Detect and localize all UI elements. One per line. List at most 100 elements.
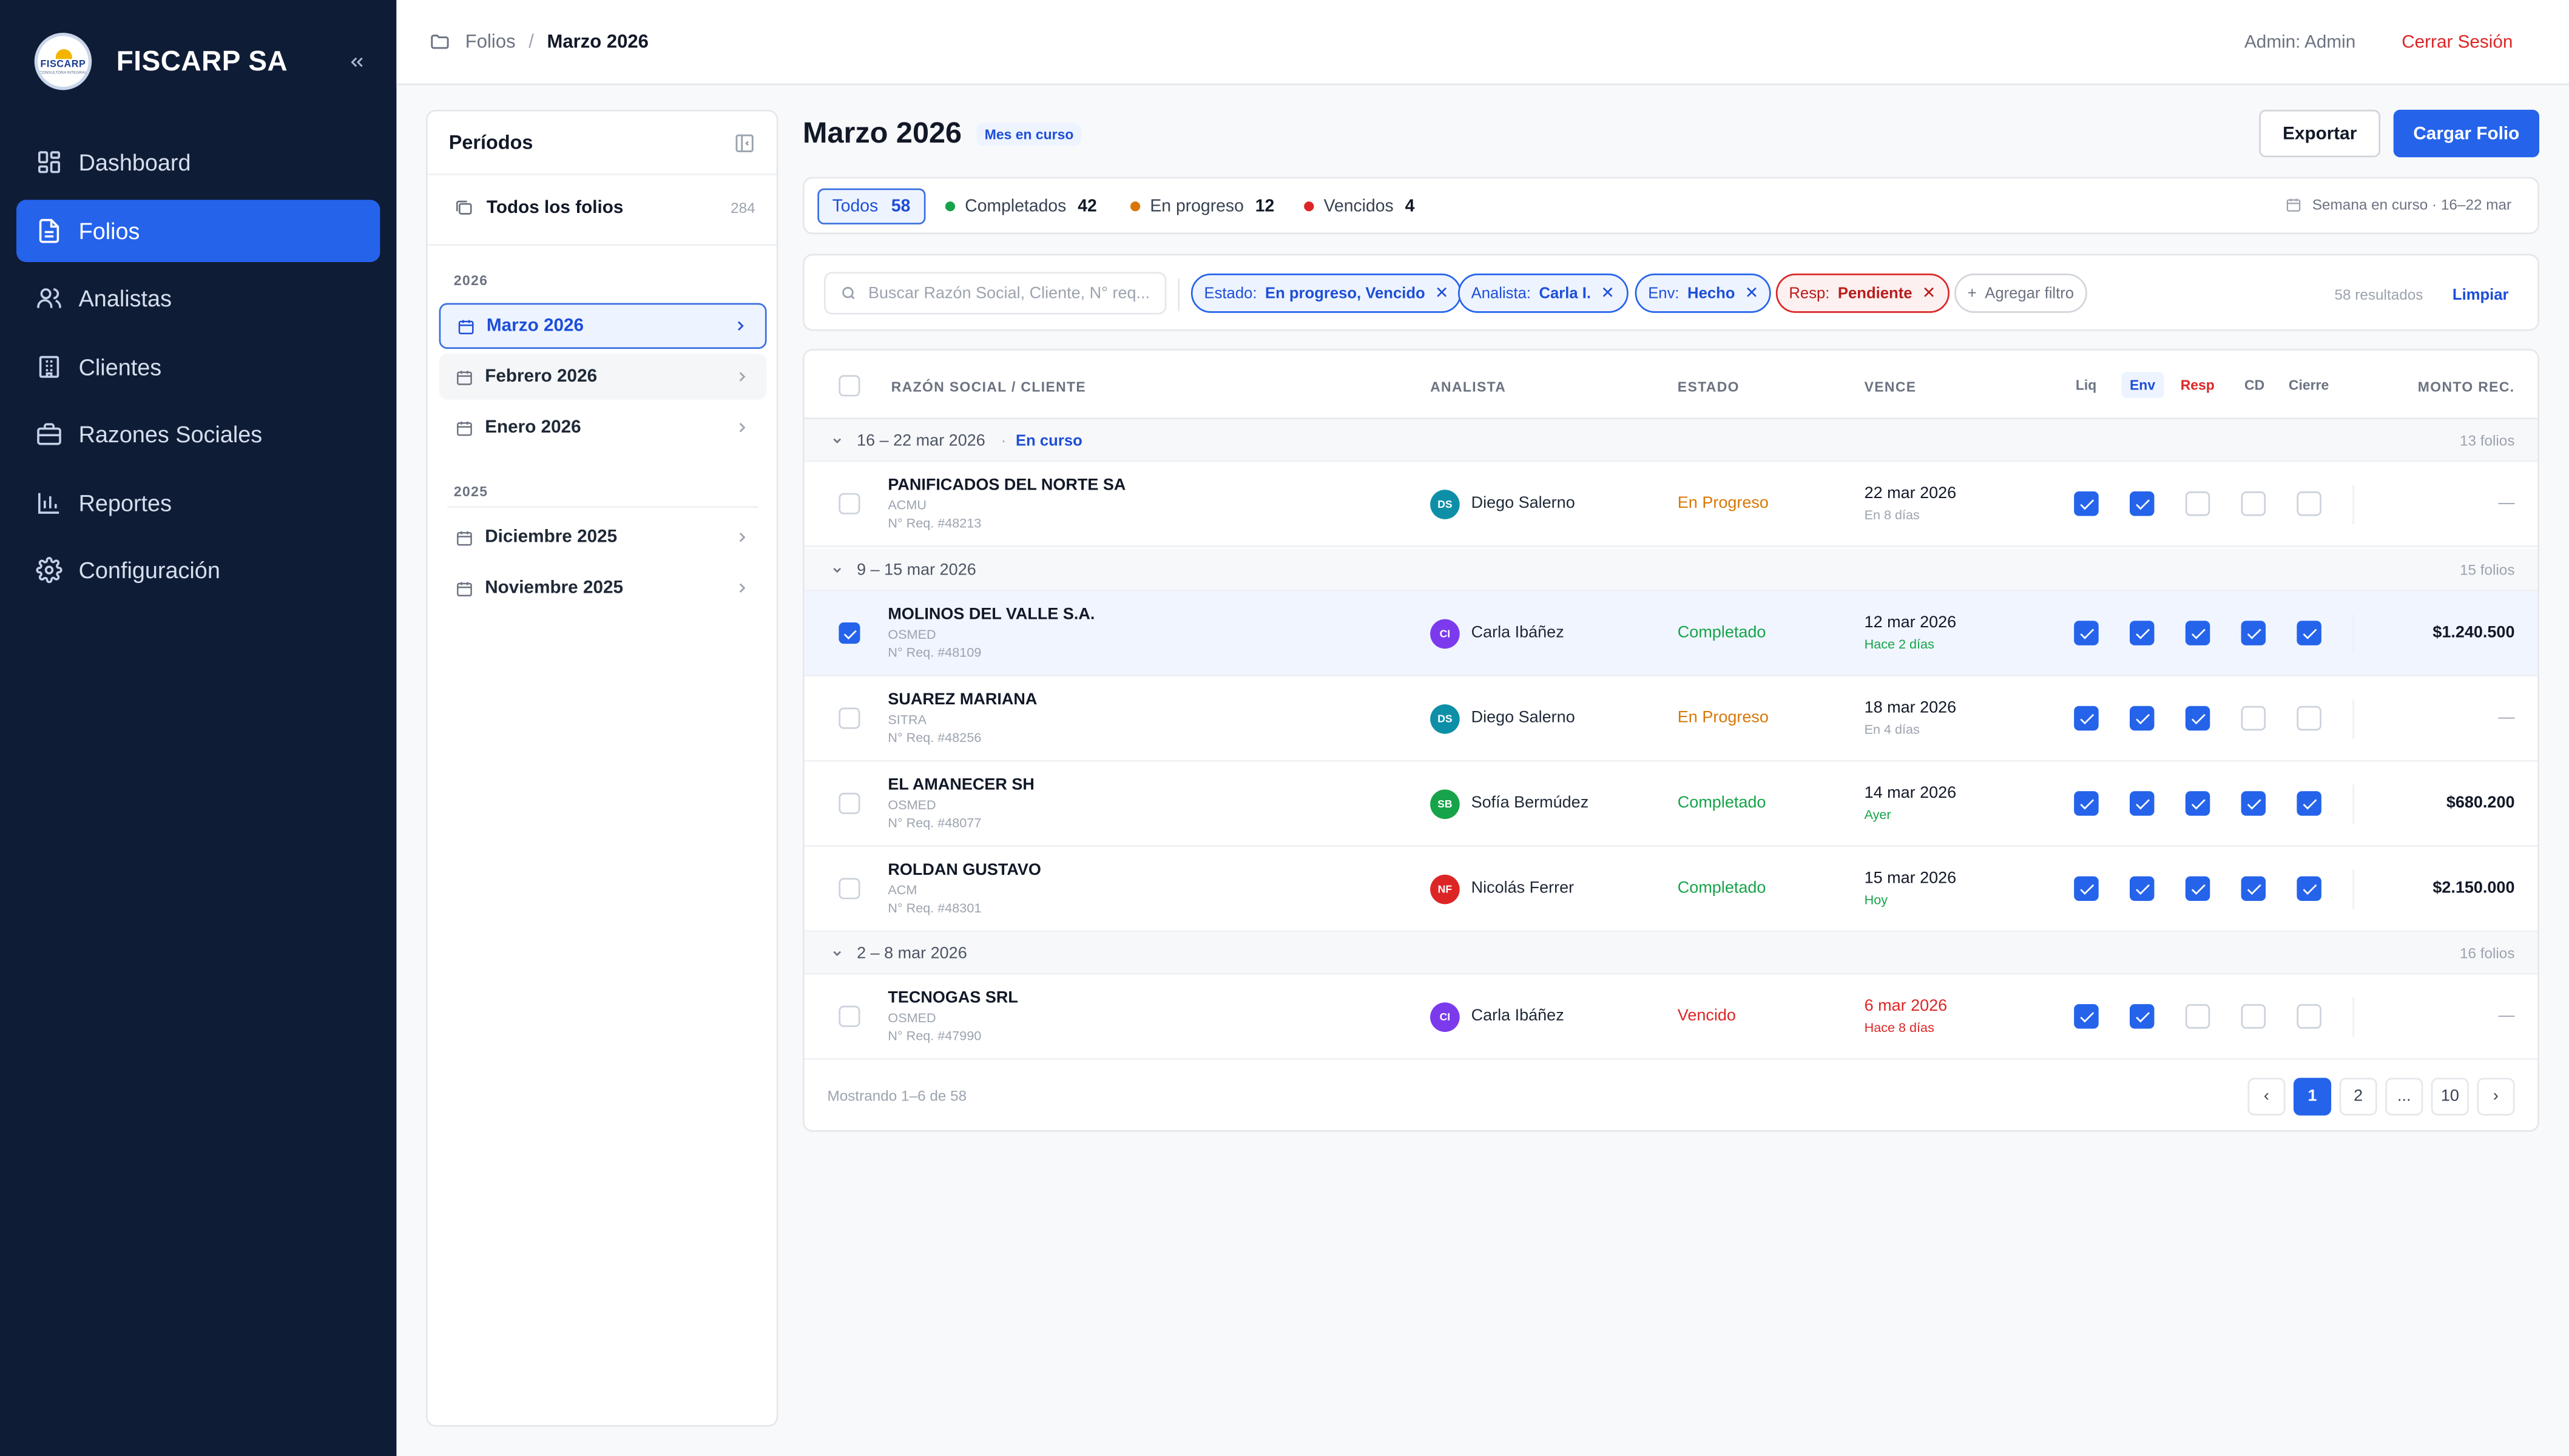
sidebar-item-clientes[interactable]: Clientes: [16, 335, 380, 397]
env-checkbox[interactable]: [2130, 876, 2155, 901]
sidebar-item-folios[interactable]: Folios: [16, 199, 380, 261]
tab-completed[interactable]: Completados 42: [945, 197, 1097, 216]
col-cd[interactable]: CD: [2236, 372, 2273, 398]
table-row[interactable]: MOLINOS DEL VALLE S.A. OSMED N° Req. #4810…: [804, 591, 2538, 677]
resp-checkbox[interactable]: [2185, 706, 2210, 731]
table-row[interactable]: EL AMANECER SH OSMED N° Req. #48077 SB Sofía…: [804, 761, 2538, 847]
cierre-checkbox[interactable]: [2297, 876, 2321, 901]
resp-checkbox[interactable]: [2185, 1004, 2210, 1029]
liq-checkbox[interactable]: [2074, 621, 2099, 645]
sidebar-item-analistas[interactable]: Analistas: [16, 267, 380, 329]
remove-filter-icon[interactable]: ✕: [1922, 284, 1936, 302]
cierre-checkbox[interactable]: [2297, 1004, 2321, 1029]
period-item-febrero-2026[interactable]: Febrero 2026: [439, 354, 767, 400]
search-input[interactable]: Buscar Razón Social, Cliente, N° req...: [824, 272, 1167, 315]
week-group-header[interactable]: 16 – 22 mar 2026 · En curso 13 folios: [804, 419, 2538, 462]
remove-filter-icon[interactable]: ✕: [1745, 284, 1759, 302]
collapse-sidebar-icon[interactable]: [344, 49, 370, 75]
liq-checkbox[interactable]: [2074, 791, 2099, 816]
building-icon: [39, 355, 59, 377]
row-select-checkbox[interactable]: [839, 622, 860, 644]
remove-filter-icon[interactable]: ✕: [1601, 284, 1615, 302]
env-checkbox[interactable]: [2130, 491, 2155, 516]
cierre-checkbox[interactable]: [2297, 621, 2321, 645]
resp-checkbox[interactable]: [2185, 876, 2210, 901]
chevron-down-icon: [833, 567, 842, 573]
cierre-checkbox[interactable]: [2297, 706, 2321, 731]
sidebar-item-configuracion[interactable]: Configuración: [16, 539, 380, 601]
export-button[interactable]: Exportar: [2259, 109, 2381, 158]
tab-overdue[interactable]: Vencidos 4: [1304, 197, 1414, 216]
panel-toggle-icon[interactable]: [734, 133, 755, 154]
cierre-checkbox[interactable]: [2297, 791, 2321, 816]
logout-link[interactable]: Cerrar Sesión: [2402, 33, 2513, 52]
week-group-header[interactable]: 9 – 15 mar 2026 15 folios: [804, 548, 2538, 592]
filter-chip-resp[interactable]: Resp: Pendiente ✕: [1775, 273, 1949, 313]
row-select-checkbox[interactable]: [839, 878, 860, 900]
col-resp[interactable]: Resp: [2172, 372, 2223, 398]
cd-checkbox[interactable]: [2241, 1004, 2266, 1029]
all-folios-item[interactable]: Todos los folios 284: [454, 198, 755, 218]
row-select-checkbox[interactable]: [839, 792, 860, 814]
col-analyst[interactable]: ANALISTA: [1430, 379, 1506, 395]
brand[interactable]: FISCARP CONSULTORA INTEGRAL FISCARP SA: [34, 33, 288, 90]
liq-checkbox[interactable]: [2074, 1004, 2099, 1029]
col-amount[interactable]: MONTO REC.: [2418, 379, 2515, 395]
liq-checkbox[interactable]: [2074, 876, 2099, 901]
breadcrumb-folios[interactable]: Folios: [465, 32, 516, 52]
filter-chip-estado[interactable]: Estado: En progreso, Vencido ✕: [1190, 273, 1462, 313]
liq-checkbox[interactable]: [2074, 491, 2099, 516]
pagination-next-button[interactable]: ›: [2477, 1077, 2515, 1116]
col-env[interactable]: Env: [2121, 371, 2164, 399]
remove-filter-icon[interactable]: ✕: [1435, 284, 1449, 302]
env-checkbox[interactable]: [2130, 1004, 2155, 1029]
period-item-enero-2026[interactable]: Enero 2026: [439, 405, 767, 451]
col-status[interactable]: ESTADO: [1678, 379, 1740, 395]
table-row[interactable]: PANIFICADOS DEL NORTE SA ACMU N° Req. #482…: [804, 462, 2538, 547]
cd-checkbox[interactable]: [2241, 791, 2266, 816]
sidebar-item-dashboard[interactable]: Dashboard: [16, 131, 380, 194]
sidebar-item-reportes[interactable]: Reportes: [16, 471, 380, 533]
resp-checkbox[interactable]: [2185, 621, 2210, 645]
resp-checkbox[interactable]: [2185, 491, 2210, 516]
row-select-checkbox[interactable]: [839, 1005, 860, 1027]
add-filter-button[interactable]: + Agregar filtro: [1954, 273, 2087, 313]
tab-in-progress[interactable]: En progreso 12: [1130, 197, 1274, 216]
period-item-noviembre-2025[interactable]: Noviembre 2025: [439, 565, 767, 612]
pagination-page-1[interactable]: 1: [2294, 1077, 2332, 1116]
table-row[interactable]: SUAREZ MARIANA SITRA N° Req. #48256 DS Diego…: [804, 676, 2538, 762]
col-name[interactable]: RAZÓN SOCIAL / CLIENTE: [891, 379, 1086, 395]
cd-checkbox[interactable]: [2241, 876, 2266, 901]
select-all-checkbox[interactable]: [839, 375, 860, 397]
col-liq[interactable]: Liq: [2067, 372, 2104, 398]
env-checkbox[interactable]: [2130, 706, 2155, 731]
pagination-page-10[interactable]: 10: [2431, 1077, 2469, 1116]
filter-chip-analista[interactable]: Analista: Carla I. ✕: [1458, 273, 1628, 313]
table-header: RAZÓN SOCIAL / CLIENTE ANALISTA ESTADO V…: [804, 351, 2538, 420]
period-item-marzo-2026[interactable]: Marzo 2026: [439, 303, 767, 349]
table-row[interactable]: ROLDAN GUSTAVO ACM N° Req. #48301 NF Nicolás…: [804, 846, 2538, 932]
col-cierre[interactable]: Cierre: [2280, 372, 2337, 398]
cierre-checkbox[interactable]: [2297, 491, 2321, 516]
pagination-page-2[interactable]: 2: [2339, 1077, 2377, 1116]
col-due[interactable]: VENCE: [1865, 379, 1917, 395]
clear-filters-link[interactable]: Limpiar: [2453, 287, 2509, 305]
row-select-checkbox[interactable]: [839, 493, 860, 514]
row-select-checkbox[interactable]: [839, 707, 860, 729]
resp-checkbox[interactable]: [2185, 791, 2210, 816]
filter-chip-env[interactable]: Env: Hecho ✕: [1635, 273, 1772, 313]
cd-checkbox[interactable]: [2241, 706, 2266, 731]
current-week-filter[interactable]: Semana en curso · 16–22 mar: [2286, 197, 2511, 213]
pagination-prev-button[interactable]: ‹: [2247, 1077, 2286, 1116]
upload-folio-button[interactable]: Cargar Folio: [2393, 109, 2539, 158]
env-checkbox[interactable]: [2130, 621, 2155, 645]
cd-checkbox[interactable]: [2241, 491, 2266, 516]
week-group-header[interactable]: 2 – 8 mar 2026 16 folios: [804, 932, 2538, 975]
sidebar-item-razones-sociales[interactable]: Razones Sociales: [16, 403, 380, 465]
cd-checkbox[interactable]: [2241, 621, 2266, 645]
env-checkbox[interactable]: [2130, 791, 2155, 816]
period-item-diciembre-2025[interactable]: Diciembre 2025: [439, 514, 767, 561]
table-row[interactable]: TECNOGAS SRL OSMED N° Req. #47990 CI Carla I…: [804, 974, 2538, 1060]
liq-checkbox[interactable]: [2074, 706, 2099, 731]
tab-all[interactable]: Todos 58: [817, 188, 925, 224]
